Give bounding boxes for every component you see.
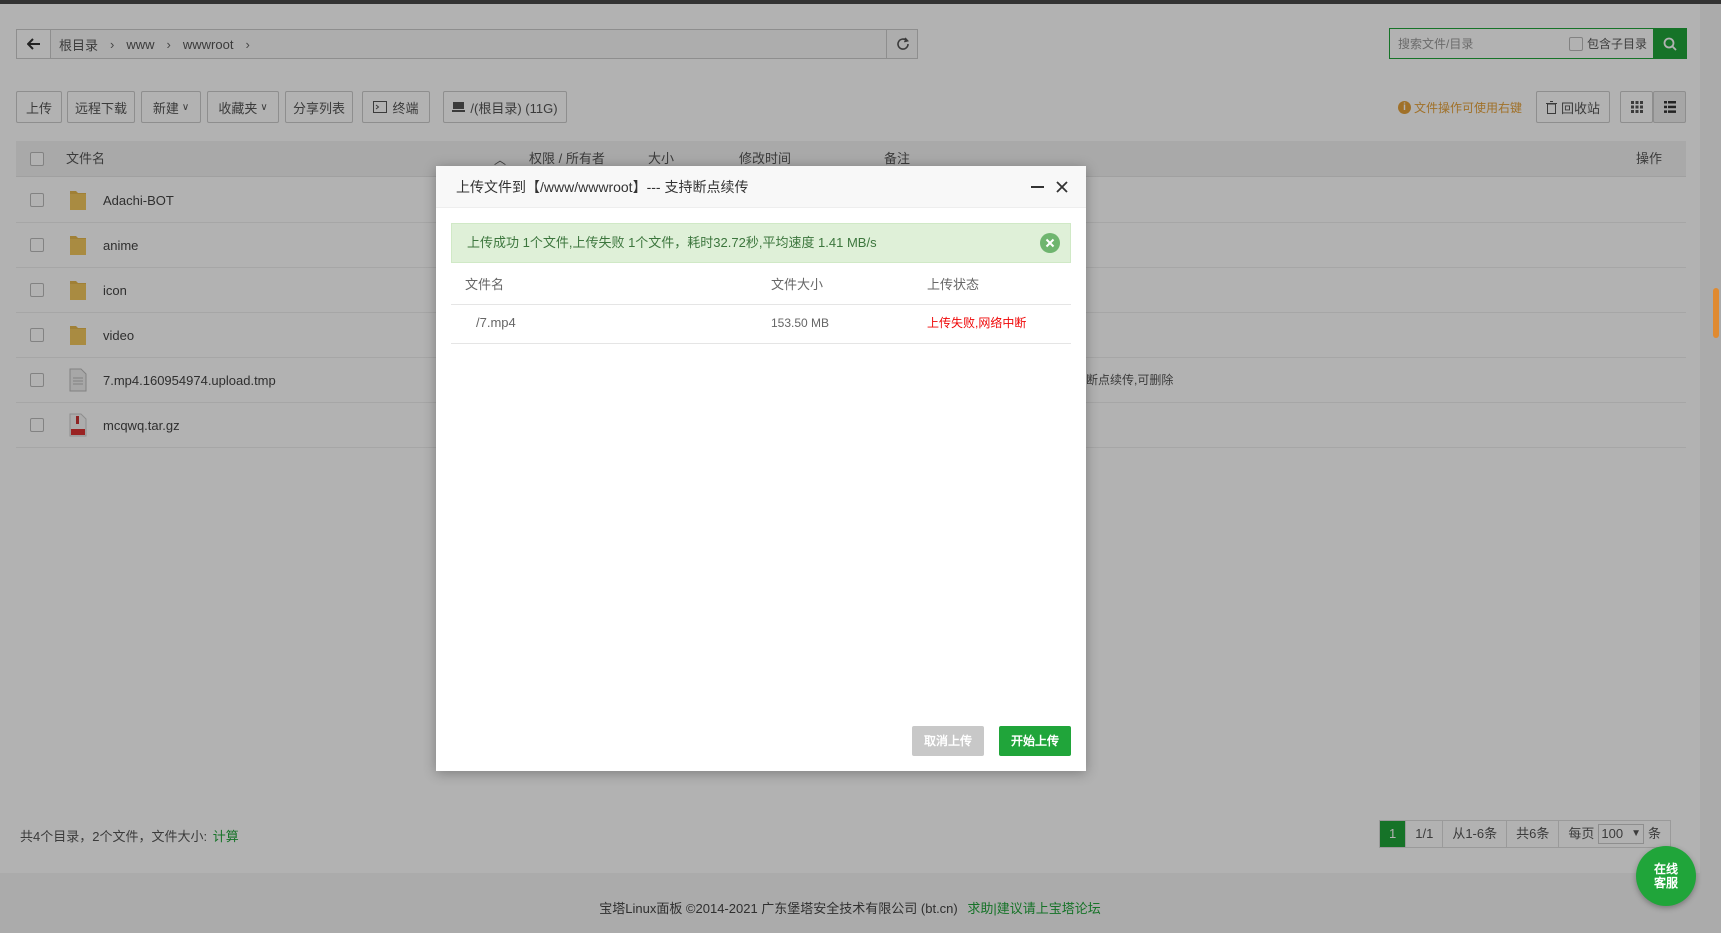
- scrollbar-thumb[interactable]: [1713, 288, 1719, 338]
- support-label-1: 在线: [1653, 862, 1678, 876]
- online-support-button[interactable]: 在线 客服: [1636, 846, 1696, 906]
- modal-col-status-label: 上传状态: [927, 277, 980, 292]
- modal-col-size: 文件大小: [771, 266, 823, 304]
- upload-file-name-text: /7.mp4: [476, 315, 516, 330]
- modal-col-name: 文件名: [465, 266, 504, 304]
- support-label-2: 客服: [1653, 876, 1678, 890]
- upload-file-status: 上传失败,网络中断: [927, 304, 1026, 342]
- modal-col-name-label: 文件名: [465, 277, 505, 292]
- upload-dialog: 上传文件到【/www/wwwroot】--- 支持断点续传 上传成功 1个文件,…: [436, 166, 1086, 771]
- cancel-upload-button[interactable]: 取消上传: [912, 726, 984, 756]
- dialog-title: 上传文件到【/www/wwwroot】--- 支持断点续传: [456, 179, 749, 195]
- cancel-upload-label: 取消上传: [923, 734, 972, 748]
- alert-text: 上传成功 1个文件,上传失败 1个文件，耗时32.72秒,平均速度 1.41 M…: [467, 235, 877, 250]
- upload-result-alert: 上传成功 1个文件,上传失败 1个文件，耗时32.72秒,平均速度 1.41 M…: [451, 223, 1071, 263]
- upload-file-name: /7.mp4: [476, 304, 516, 342]
- start-upload-button[interactable]: 开始上传: [999, 726, 1071, 756]
- upload-file-size: 153.50 MB: [771, 304, 829, 342]
- modal-col-status: 上传状态: [927, 266, 979, 304]
- upload-file-status-text: 上传失败,网络中断: [927, 316, 1027, 330]
- close-icon: [1045, 238, 1055, 248]
- dialog-header: 上传文件到【/www/wwwroot】--- 支持断点续传: [436, 166, 1086, 208]
- modal-col-size-label: 文件大小: [771, 277, 824, 292]
- upload-file-size-text: 153.50 MB: [771, 316, 830, 330]
- divider: [451, 343, 1071, 344]
- close-icon[interactable]: [1056, 181, 1068, 193]
- alert-close-button[interactable]: [1040, 233, 1060, 253]
- start-upload-label: 开始上传: [1010, 734, 1059, 748]
- minimize-icon[interactable]: [1031, 186, 1044, 188]
